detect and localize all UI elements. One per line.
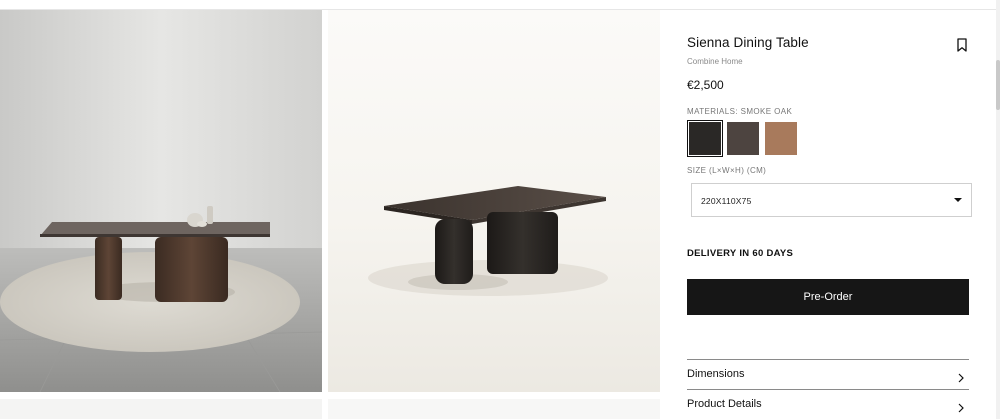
product-info-panel: Sienna Dining Table Combine Home €2,500 … bbox=[687, 0, 972, 419]
brand-name[interactable]: Combine Home bbox=[687, 57, 743, 66]
room-scene-image bbox=[0, 10, 322, 392]
size-select[interactable]: 220X110X75 bbox=[691, 183, 972, 217]
caret-down-icon bbox=[954, 198, 962, 202]
pre-order-button[interactable]: Pre-Order bbox=[687, 279, 969, 315]
product-photo-thumb-4[interactable] bbox=[328, 399, 660, 419]
product-photo-room[interactable] bbox=[0, 10, 322, 392]
product-photo-thumb-3[interactable] bbox=[0, 399, 322, 419]
materials-label: MATERIALS: SMOKE OAK bbox=[687, 107, 793, 116]
material-swatches bbox=[687, 120, 797, 157]
size-selected-value: 220X110X75 bbox=[701, 196, 752, 206]
product-title: Sienna Dining Table bbox=[687, 35, 809, 50]
accordion-label: Product Details bbox=[687, 398, 762, 410]
swatch-walnut-dark[interactable] bbox=[727, 122, 759, 155]
page-scrollbar[interactable] bbox=[996, 0, 1000, 419]
product-photo-studio[interactable] bbox=[328, 10, 660, 392]
studio-table-image bbox=[328, 10, 660, 392]
size-label: SIZE (L×W×H) (CM) bbox=[687, 166, 767, 175]
chevron-right-icon bbox=[958, 370, 964, 383]
chevron-right-icon bbox=[958, 400, 964, 413]
accordion-product-details[interactable]: Product Details bbox=[687, 389, 969, 419]
accordion-dimensions[interactable]: Dimensions bbox=[687, 359, 969, 389]
bookmark-icon[interactable] bbox=[955, 37, 969, 53]
swatch-natural-walnut[interactable] bbox=[765, 122, 797, 155]
delivery-info: DELIVERY IN 60 DAYS bbox=[687, 248, 794, 259]
swatch-smoke-oak[interactable] bbox=[687, 120, 723, 157]
product-price: €2,500 bbox=[687, 78, 724, 92]
accordion-label: Dimensions bbox=[687, 368, 745, 380]
scrollbar-thumb[interactable] bbox=[996, 60, 1000, 110]
